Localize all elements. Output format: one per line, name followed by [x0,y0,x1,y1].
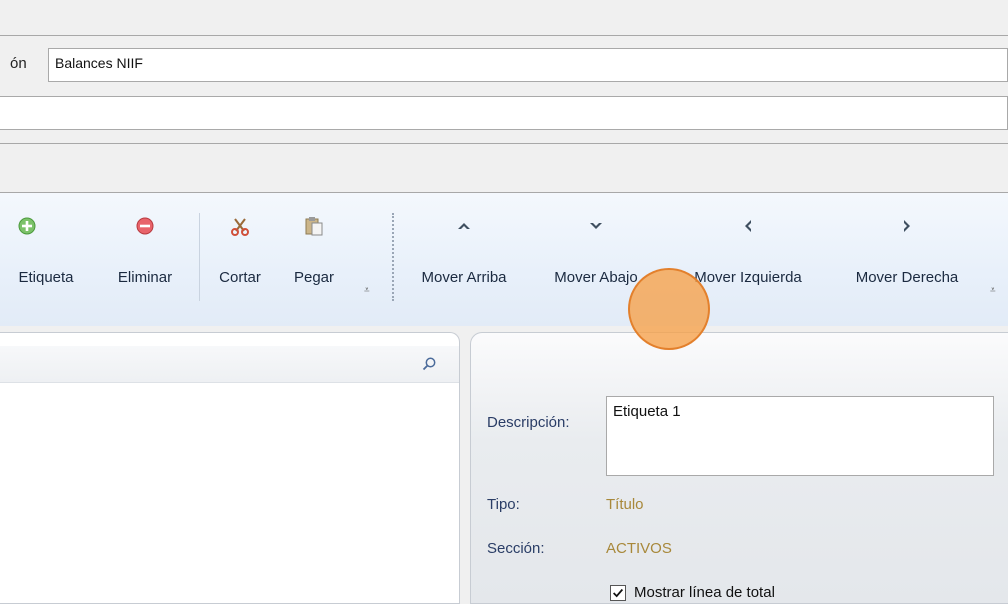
show-total-label[interactable]: Mostrar línea de total [634,584,775,601]
add-label-button[interactable]: Etiqueta [4,193,88,298]
move-right-label: Mover Derecha [855,269,959,286]
description-value: Etiqueta 1 [613,403,681,420]
search-bar[interactable] [0,346,459,383]
move-group-more[interactable]: ⩡ [990,285,996,296]
add-label-label: Etiqueta [18,269,74,286]
search-icon[interactable] [421,356,437,372]
scissors-icon [231,218,249,236]
paste-label: Pegar [293,269,335,286]
chevron-down-icon [590,223,602,229]
cursor-highlight [628,268,710,350]
top-divider [0,35,1008,36]
toolbar-dotted-separator [392,213,395,301]
chevron-left-icon [745,220,751,232]
name-input[interactable]: Balances NIIF [48,48,1008,82]
secondary-input[interactable] [0,96,1008,130]
clipboard-group-more[interactable]: ⩡ [364,285,370,296]
structure-panel [0,332,460,604]
description-textarea[interactable]: Etiqueta 1 [606,396,994,476]
name-field-label: ón [10,55,27,72]
show-total-checkbox[interactable] [610,585,626,601]
chevron-right-icon [904,220,910,232]
chevron-up-icon [458,223,470,229]
cut-label: Cortar [219,269,261,286]
section-label: Sección: [487,540,545,557]
description-label: Descripción: [487,414,570,431]
type-label: Tipo: [487,496,520,513]
delete-icon [136,217,154,235]
delete-button[interactable]: Eliminar [104,193,186,298]
add-icon [18,217,36,235]
divider-1 [0,143,1008,144]
delete-label: Eliminar [117,269,173,286]
name-input-value: Balances NIIF [55,55,143,71]
paste-button[interactable]: Pegar [282,193,346,298]
section-value: ACTIVOS [606,540,672,557]
type-value: Título [606,496,644,513]
toolbar-separator [199,213,200,301]
move-up-label: Mover Arriba [421,269,507,286]
checkmark-icon [613,588,624,598]
paste-icon [305,217,323,236]
ribbon-toolbar: Etiqueta Eliminar Cortar Pegar ⩡ Mover A… [0,193,1008,326]
move-up-button[interactable]: Mover Arriba [404,193,524,298]
move-right-button[interactable]: Mover Derecha [834,193,980,298]
cut-button[interactable]: Cortar [206,193,274,298]
